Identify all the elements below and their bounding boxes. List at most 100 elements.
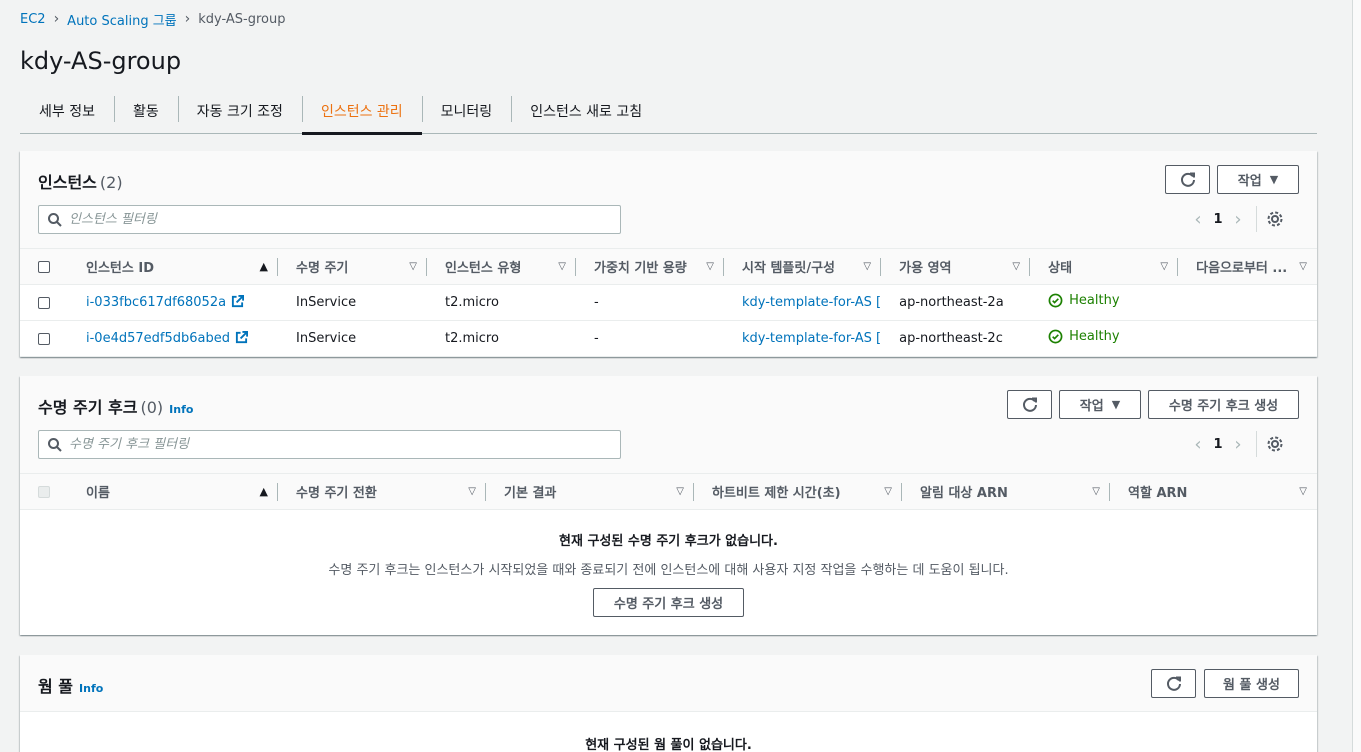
col-protected-from[interactable]: 다음으로부터 ... ▽ [1178, 248, 1317, 285]
sort-icon: ▽ [884, 486, 892, 497]
hooks-page-number[interactable]: 1 [1208, 437, 1228, 452]
instances-title-text: 인스턴스 [38, 173, 97, 192]
instance-id-link[interactable]: i-0e4d57edf5db6abed [86, 331, 230, 346]
sort-icon: ▽ [1160, 261, 1169, 272]
hooks-filter-input[interactable] [69, 437, 620, 452]
col-label: 인스턴스 ID [86, 261, 154, 276]
external-link-icon[interactable] [231, 295, 245, 308]
hooks-actions-label: 작업 [1079, 399, 1104, 414]
zone-cell: ap-northeast-2a [881, 284, 1031, 321]
tab-instance-refresh[interactable]: 인스턴스 새로 고침 [511, 88, 661, 134]
instance-id-cell: i-0e4d57edf5db6abed [68, 320, 278, 357]
create-warm-pool-button[interactable]: 웜 풀 생성 [1204, 669, 1299, 698]
tab-monitoring[interactable]: 모니터링 [421, 88, 512, 134]
warm-pool-header: 웜 풀 Info 웜 풀 생성 [20, 655, 1317, 712]
col-label: 수명 주기 전환 [296, 486, 377, 501]
col-launch-template[interactable]: 시작 템플릿/구성 ▽ [724, 248, 882, 285]
col-lifecycle[interactable]: 수명 주기 ▽ [278, 248, 427, 285]
chevron-left-icon[interactable]: ‹ [1188, 434, 1208, 455]
refresh-icon [1022, 397, 1037, 412]
tab-instance-management[interactable]: 인스턴스 관리 [301, 88, 422, 135]
col-label: 역할 ARN [1128, 486, 1188, 501]
page-title: kdy-AS-group [20, 47, 182, 75]
row-checkbox[interactable] [38, 296, 50, 309]
select-all-checkbox[interactable] [38, 260, 50, 273]
breadcrumb-ec2-link[interactable]: EC2 [20, 12, 46, 27]
instances-actions-button[interactable]: 작업 ▼ [1217, 165, 1299, 194]
table-row[interactable]: i-0e4d57edf5db6abed InService t2.micro -… [20, 320, 1317, 357]
chevron-right-icon[interactable]: › [1228, 209, 1248, 230]
col-default-result[interactable]: 기본 결과 ▽ [486, 473, 694, 510]
tab-bar: 세부 정보 활동 자동 크기 조정 인스턴스 관리 모니터링 인스턴스 새로 고… [20, 88, 1317, 135]
instances-page-number[interactable]: 1 [1208, 212, 1228, 227]
instances-filter-input[interactable] [69, 212, 620, 227]
col-health-status[interactable]: 상태 ▽ [1030, 248, 1179, 285]
instance-id-link[interactable]: i-033fbc617df68052a [86, 295, 226, 310]
instance-type-cell: t2.micro [427, 320, 576, 357]
gear-icon[interactable] [1265, 434, 1285, 454]
lifecycle-cell: InService [278, 320, 427, 357]
col-instance-id[interactable]: 인스턴스 ID ▲ [68, 248, 278, 285]
external-link-icon[interactable]: [ [876, 295, 881, 310]
col-label: 상태 [1048, 261, 1073, 276]
col-instance-type[interactable]: 인스턴스 유형 ▽ [427, 248, 576, 285]
gear-icon[interactable] [1265, 209, 1285, 229]
chevron-left-icon[interactable]: ‹ [1188, 209, 1208, 230]
search-icon [48, 213, 62, 227]
hooks-info-link[interactable]: Info [169, 403, 193, 416]
select-all-header [20, 473, 68, 510]
breadcrumb-asg-link[interactable]: Auto Scaling 그룹 [67, 10, 176, 29]
col-weighted-capacity[interactable]: 가중치 기반 용량 ▽ [576, 248, 724, 285]
sort-icon: ▽ [1299, 261, 1307, 272]
instances-panel: 인스턴스(2) 작업 ▼ ‹ 1 › 인스턴스 ID ▲ 수명 주기 ▽ 인스턴스 유… [20, 151, 1317, 357]
chevron-right-icon: › [184, 11, 191, 27]
template-link[interactable]: kdy-template-for-AS [742, 295, 872, 310]
sort-icon: ▽ [1092, 486, 1100, 497]
sort-icon: ▽ [409, 261, 417, 272]
tab-activity[interactable]: 활동 [113, 88, 178, 134]
col-role-arn[interactable]: 역할 ARN ▽ [1110, 473, 1317, 510]
col-notification-target[interactable]: 알림 대상 ARN ▽ [902, 473, 1110, 510]
instances-count: (2) [99, 173, 123, 192]
create-hook-button[interactable]: 수명 주기 후크 생성 [1148, 390, 1299, 419]
hooks-actions-button[interactable]: 작업 ▼ [1059, 390, 1141, 419]
col-label: 수명 주기 [296, 261, 349, 276]
col-name[interactable]: 이름 ▲ [68, 473, 278, 510]
scrollbar[interactable] [1352, 0, 1361, 752]
status-text: Healthy [1069, 329, 1120, 344]
sort-icon: ▽ [1299, 486, 1307, 497]
lifecycle-cell: InService [278, 284, 427, 321]
sort-icon: ▽ [863, 261, 872, 272]
lifecycle-hooks-panel: 수명 주기 후크(0) Info 작업 ▼ 수명 주기 후크 생성 ‹ 1 › 이름… [20, 376, 1317, 635]
instances-actions-label: 작업 [1237, 174, 1262, 189]
empty-create-hook-button[interactable]: 수명 주기 후크 생성 [593, 588, 744, 617]
warm-pool-panel: 웜 풀 Info 웜 풀 생성 현재 구성된 웜 풀이 없습니다. [20, 655, 1317, 752]
col-label: 가중치 기반 용량 [594, 261, 687, 276]
warm-pool-info-link[interactable]: Info [79, 682, 103, 695]
warm-pool-empty-title: 현재 구성된 웜 풀이 없습니다. [585, 738, 752, 752]
hooks-refresh-button[interactable] [1007, 390, 1052, 419]
instances-refresh-button[interactable] [1165, 165, 1210, 194]
hooks-search[interactable] [38, 430, 621, 459]
breadcrumb: EC2 › Auto Scaling 그룹 › kdy-AS-group [20, 10, 285, 29]
tab-details[interactable]: 세부 정보 [20, 88, 114, 134]
hooks-empty-description: 수명 주기 후크는 인스턴스가 시작되었을 때와 종료되기 전에 인스턴스에 대… [328, 563, 1009, 578]
tab-automatic-scaling[interactable]: 자동 크기 조정 [177, 88, 302, 134]
external-link-icon[interactable] [235, 331, 248, 344]
col-availability-zone[interactable]: 가용 영역 ▽ [881, 248, 1031, 285]
hooks-empty-title: 현재 구성된 수명 주기 후크가 없습니다. [559, 534, 778, 549]
instances-search[interactable] [38, 205, 621, 234]
template-link[interactable]: kdy-template-for-AS [742, 331, 872, 346]
sort-icon: ▽ [468, 486, 476, 497]
col-heartbeat-timeout[interactable]: 하트비트 제한 시간(초) ▽ [694, 473, 902, 510]
table-row[interactable]: i-033fbc617df68052a InService t2.micro -… [20, 284, 1317, 321]
external-link-icon[interactable]: [ [876, 331, 881, 346]
col-label: 인스턴스 유형 [445, 261, 522, 276]
sort-asc-icon: ▲ [259, 485, 268, 498]
warm-pool-refresh-button[interactable] [1151, 669, 1196, 698]
zone-cell: ap-northeast-2c [881, 320, 1031, 357]
sort-asc-icon: ▲ [259, 260, 268, 273]
chevron-right-icon[interactable]: › [1228, 434, 1248, 455]
col-lifecycle-transition[interactable]: 수명 주기 전환 ▽ [278, 473, 486, 510]
row-checkbox[interactable] [38, 332, 50, 345]
